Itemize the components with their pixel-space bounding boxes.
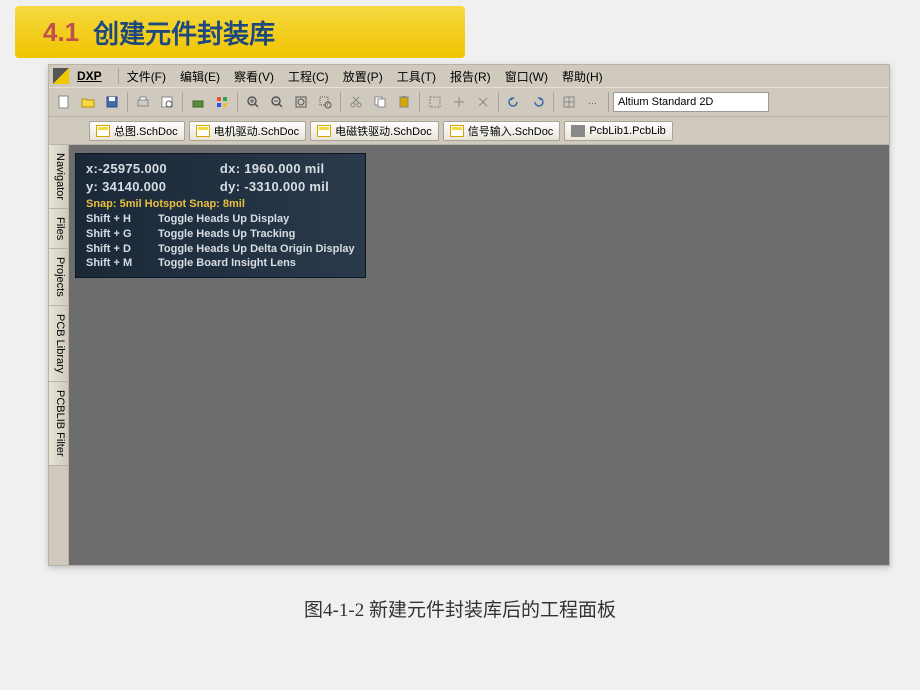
design-canvas[interactable]: x:-25975.000 dx: 1960.000 mil y: 34140.0…: [69, 145, 889, 565]
units-button[interactable]: ⋯: [582, 91, 604, 113]
divider: [118, 68, 119, 84]
paste-button[interactable]: [393, 91, 415, 113]
figure-caption: 图4-1-2 新建元件封装库后的工程面板: [0, 595, 920, 622]
menu-bar: DXP 文件(F) 编辑(E) 察看(V) 工程(C) 放置(P) 工具(T) …: [49, 65, 889, 87]
hud-hint: Shift + GToggle Heads Up Tracking: [86, 227, 355, 242]
zoom-area-button[interactable]: [314, 91, 336, 113]
hud-y: y: 34140.000: [86, 178, 216, 196]
select-button[interactable]: [424, 91, 446, 113]
section-title: 创建元件封装库: [93, 14, 275, 51]
tab-schdoc[interactable]: 电磁铁驱动.SchDoc: [310, 121, 439, 141]
document-tab-bar: 总图.SchDoc 电机驱动.SchDoc 电磁铁驱动.SchDoc 信号输入.…: [49, 117, 889, 145]
section-title-banner: 4.1 创建元件封装库: [15, 6, 465, 58]
separator: [340, 92, 341, 112]
menu-file[interactable]: 文件(F): [121, 66, 172, 87]
grid-button[interactable]: [558, 91, 580, 113]
print-button[interactable]: [132, 91, 154, 113]
hud-dy: dy: -3310.000 mil: [220, 179, 329, 194]
zoom-in-button[interactable]: [242, 91, 264, 113]
schdoc-icon: [96, 125, 110, 137]
preview-button[interactable]: [156, 91, 178, 113]
side-tab-files[interactable]: Files: [49, 209, 68, 249]
tab-label: 电磁铁驱动.SchDoc: [335, 123, 432, 139]
schdoc-icon: [317, 125, 331, 137]
separator: [498, 92, 499, 112]
tab-pcblib[interactable]: PcbLib1.PcbLib: [564, 121, 672, 141]
hud-snap: Snap: 5mil Hotspot Snap: 8mil: [86, 197, 355, 212]
heads-up-display: x:-25975.000 dx: 1960.000 mil y: 34140.0…: [75, 153, 366, 278]
tab-label: 电机驱动.SchDoc: [214, 123, 300, 139]
dxp-menu[interactable]: DXP: [73, 67, 106, 85]
section-number: 4.1: [43, 17, 79, 48]
new-doc-button[interactable]: [53, 91, 75, 113]
main-toolbar: ⋯ Altium Standard 2D: [49, 87, 889, 117]
menu-view[interactable]: 察看(V): [228, 66, 280, 87]
hud-dx: dx: 1960.000 mil: [220, 161, 325, 176]
tab-schdoc[interactable]: 电机驱动.SchDoc: [189, 121, 307, 141]
svg-text:⋯: ⋯: [588, 98, 597, 108]
menu-place[interactable]: 放置(P): [337, 66, 389, 87]
schdoc-icon: [196, 125, 210, 137]
open-button[interactable]: [77, 91, 99, 113]
menu-window[interactable]: 窗口(W): [499, 66, 554, 87]
hud-hint: Shift + MToggle Board Insight Lens: [86, 256, 355, 271]
menu-help[interactable]: 帮助(H): [556, 66, 609, 87]
redo-button[interactable]: [527, 91, 549, 113]
undo-button[interactable]: [503, 91, 525, 113]
hud-coords-line2: y: 34140.000 dy: -3310.000 mil: [86, 178, 355, 196]
menu-project[interactable]: 工程(C): [282, 66, 335, 87]
menu-edit[interactable]: 编辑(E): [174, 66, 226, 87]
lib-button[interactable]: [187, 91, 209, 113]
side-tab-pcb-library[interactable]: PCB Library: [49, 306, 68, 382]
pcblib-icon: [571, 125, 585, 137]
tab-label: PcbLib1.PcbLib: [589, 125, 665, 137]
menu-tools[interactable]: 工具(T): [391, 66, 442, 87]
side-tab-projects[interactable]: Projects: [49, 249, 68, 306]
hud-hint: Shift + HToggle Heads Up Display: [86, 212, 355, 227]
workspace: Navigator Files Projects PCB Library PCB…: [49, 145, 889, 565]
copy-button[interactable]: [369, 91, 391, 113]
application-window: DXP 文件(F) 编辑(E) 察看(V) 工程(C) 放置(P) 工具(T) …: [48, 64, 890, 566]
view-mode-dropdown[interactable]: Altium Standard 2D: [613, 92, 769, 112]
separator: [553, 92, 554, 112]
tab-label: 总图.SchDoc: [114, 123, 178, 139]
app-logo-icon: [53, 68, 69, 84]
schdoc-icon: [450, 125, 464, 137]
menu-reports[interactable]: 报告(R): [444, 66, 497, 87]
deselect-button[interactable]: [472, 91, 494, 113]
zoom-out-button[interactable]: [266, 91, 288, 113]
zoom-fit-button[interactable]: [290, 91, 312, 113]
separator: [127, 92, 128, 112]
cut-button[interactable]: [345, 91, 367, 113]
move-button[interactable]: [448, 91, 470, 113]
separator: [182, 92, 183, 112]
save-button[interactable]: [101, 91, 123, 113]
separator: [608, 92, 609, 112]
view-mode-value: Altium Standard 2D: [618, 96, 713, 108]
tab-label: 信号输入.SchDoc: [468, 123, 554, 139]
side-tab-pcblib-filter[interactable]: PCBLIB Filter: [49, 382, 68, 466]
hud-x: x:-25975.000: [86, 160, 216, 178]
side-panel-tabs: Navigator Files Projects PCB Library PCB…: [49, 145, 69, 565]
tab-schdoc[interactable]: 总图.SchDoc: [89, 121, 185, 141]
separator: [237, 92, 238, 112]
side-tab-navigator[interactable]: Navigator: [49, 145, 68, 209]
tab-schdoc[interactable]: 信号输入.SchDoc: [443, 121, 561, 141]
components-button[interactable]: [211, 91, 233, 113]
hud-hint: Shift + DToggle Heads Up Delta Origin Di…: [86, 242, 355, 257]
separator: [419, 92, 420, 112]
hud-coords-line1: x:-25975.000 dx: 1960.000 mil: [86, 160, 355, 178]
